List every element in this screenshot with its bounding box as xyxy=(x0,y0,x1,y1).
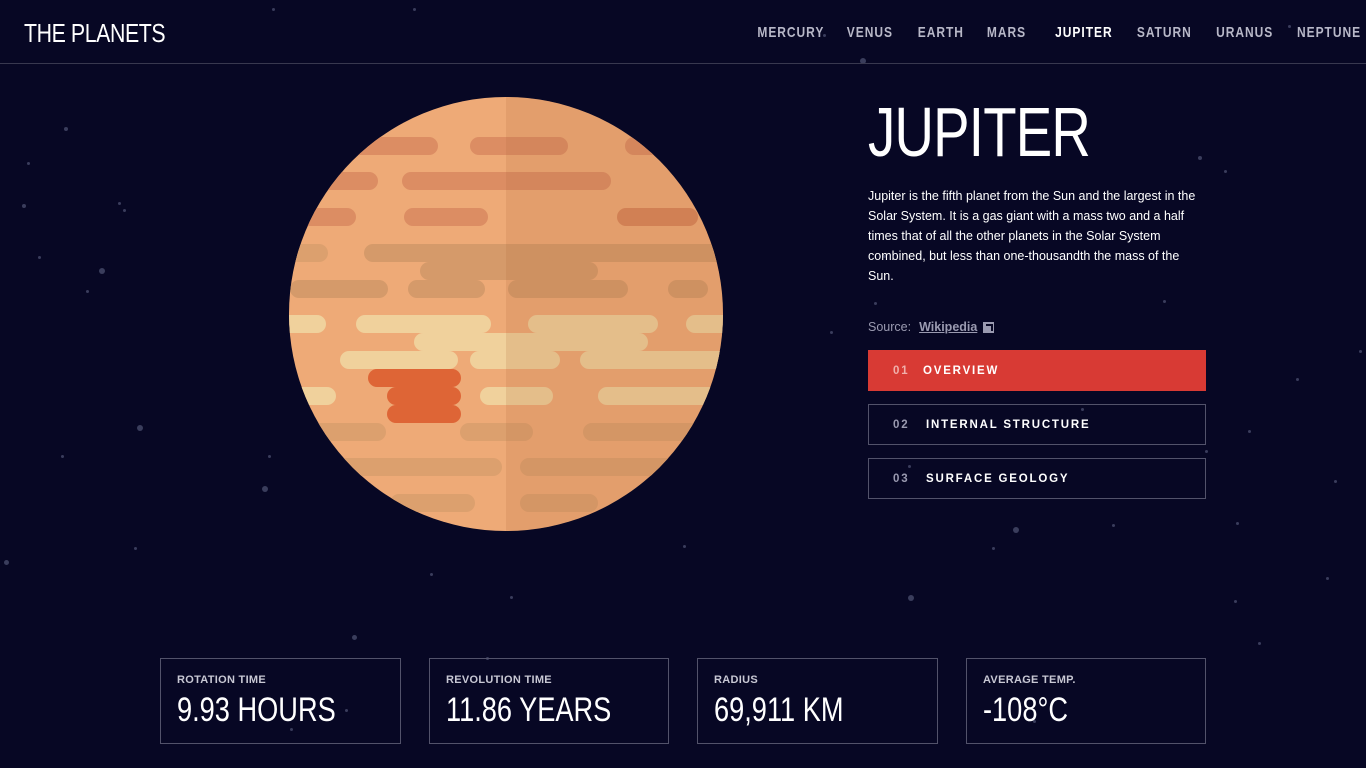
nav-item-mars: MARS xyxy=(982,24,1031,41)
star-dot xyxy=(22,204,26,208)
star-dot xyxy=(86,290,89,293)
stat-value: 11.86 YEARS xyxy=(446,691,612,729)
stat-card-revolution-time: REVOLUTION TIME 11.86 YEARS xyxy=(429,658,669,744)
stat-value: 9.93 HOURS xyxy=(177,691,336,729)
star-dot xyxy=(64,127,68,131)
star-dot xyxy=(27,162,30,165)
nav-item-saturn: SATURN xyxy=(1130,24,1199,41)
stat-card-average-temp: AVERAGE TEMP. -108°C xyxy=(966,658,1206,744)
planet-stats: ROTATION TIME 9.93 HOURS REVOLUTION TIME 11… xyxy=(160,658,1206,744)
nav-link-saturn[interactable]: SATURN xyxy=(1137,24,1192,41)
site-header: THE PLANETS MERCURY VENUS EARTH MARS JUPITER… xyxy=(0,0,1366,64)
star-dot xyxy=(1234,600,1237,603)
stat-label: AVERAGE TEMP. xyxy=(983,674,1076,686)
stat-label: RADIUS xyxy=(714,674,758,686)
view-tabs: 01 OVERVIEW 02 INTERNAL STRUCTURE 03 SURFACE … xyxy=(868,350,1206,499)
star-dot xyxy=(1248,430,1251,433)
star-dot xyxy=(430,573,433,576)
nav-item-earth: EARTH xyxy=(912,24,970,41)
star-dot xyxy=(1013,527,1019,533)
stat-card-radius: RADIUS 69,911 KM xyxy=(697,658,938,744)
tab-label: OVERVIEW xyxy=(923,364,1000,377)
nav-item-uranus: URANUS xyxy=(1209,24,1280,41)
star-dot xyxy=(992,547,995,550)
planet-nav: MERCURY VENUS EARTH MARS JUPITER SATURN URANUS… xyxy=(0,24,1366,44)
stat-card-rotation-time: ROTATION TIME 9.93 HOURS xyxy=(160,658,401,744)
star-dot xyxy=(4,560,9,565)
nav-item-jupiter: JUPITER xyxy=(1048,24,1120,41)
source-label: Source: xyxy=(868,320,912,334)
star-dot xyxy=(1224,170,1227,173)
star-dot xyxy=(1236,522,1239,525)
nav-item-venus: VENUS xyxy=(841,24,899,41)
tab-number: 01 xyxy=(893,364,910,377)
jupiter-image xyxy=(289,97,723,531)
nav-link-venus[interactable]: VENUS xyxy=(847,24,893,41)
nav-item-mercury: MERCURY xyxy=(749,24,833,41)
star-dot xyxy=(137,425,143,431)
stat-label: ROTATION TIME xyxy=(177,674,267,686)
tab-number: 02 xyxy=(893,418,910,431)
stat-value: -108°C xyxy=(983,691,1068,729)
tab-label: INTERNAL STRUCTURE xyxy=(926,418,1091,431)
tab-overview[interactable]: 01 OVERVIEW xyxy=(868,350,1206,391)
nav-link-mercury[interactable]: MERCURY xyxy=(757,24,824,41)
nav-link-earth[interactable]: EARTH xyxy=(918,24,964,41)
star-dot xyxy=(1326,577,1329,580)
planet-illustration xyxy=(289,97,723,531)
star-dot xyxy=(118,202,121,205)
star-dot xyxy=(1334,480,1337,483)
star-dot xyxy=(1258,642,1261,645)
planet-info: JUPITER Jupiter is the fifth planet from… xyxy=(868,96,1206,512)
star-dot xyxy=(352,635,357,640)
wikipedia-link[interactable]: Wikipedia xyxy=(919,320,977,334)
tab-label: SURFACE GEOLOGY xyxy=(926,472,1070,485)
nav-link-neptune[interactable]: NEPTUNE xyxy=(1297,24,1361,41)
star-dot xyxy=(1296,378,1299,381)
nav-link-jupiter[interactable]: JUPITER xyxy=(1055,24,1112,41)
tab-internal-structure[interactable]: 02 INTERNAL STRUCTURE xyxy=(868,404,1206,445)
nav-link-mars[interactable]: MARS xyxy=(987,24,1026,41)
star-dot xyxy=(830,331,833,334)
star-dot xyxy=(134,547,137,550)
planet-description: Jupiter is the fifth planet from the Sun… xyxy=(868,189,1196,283)
star-dot xyxy=(38,256,41,259)
source-line: Source: Wikipedia xyxy=(868,320,1206,334)
planet-title: JUPITER xyxy=(868,93,1091,171)
stat-label: REVOLUTION TIME xyxy=(446,674,552,686)
star-dot xyxy=(262,486,268,492)
stat-value: 69,911 KM xyxy=(714,691,844,729)
star-dot xyxy=(683,545,686,548)
star-dot xyxy=(123,209,126,212)
nav-item-neptune: NEPTUNE xyxy=(1289,24,1366,41)
tab-surface-geology[interactable]: 03 SURFACE GEOLOGY xyxy=(868,458,1206,499)
star-dot xyxy=(99,268,105,274)
star-dot xyxy=(268,455,271,458)
star-dot xyxy=(908,595,914,601)
tab-number: 03 xyxy=(893,472,910,485)
star-dot xyxy=(61,455,64,458)
star-dot xyxy=(1112,524,1115,527)
star-dot xyxy=(1359,350,1362,353)
star-dot xyxy=(510,596,513,599)
external-link-icon[interactable] xyxy=(983,321,995,333)
nav-link-uranus[interactable]: URANUS xyxy=(1216,24,1273,41)
